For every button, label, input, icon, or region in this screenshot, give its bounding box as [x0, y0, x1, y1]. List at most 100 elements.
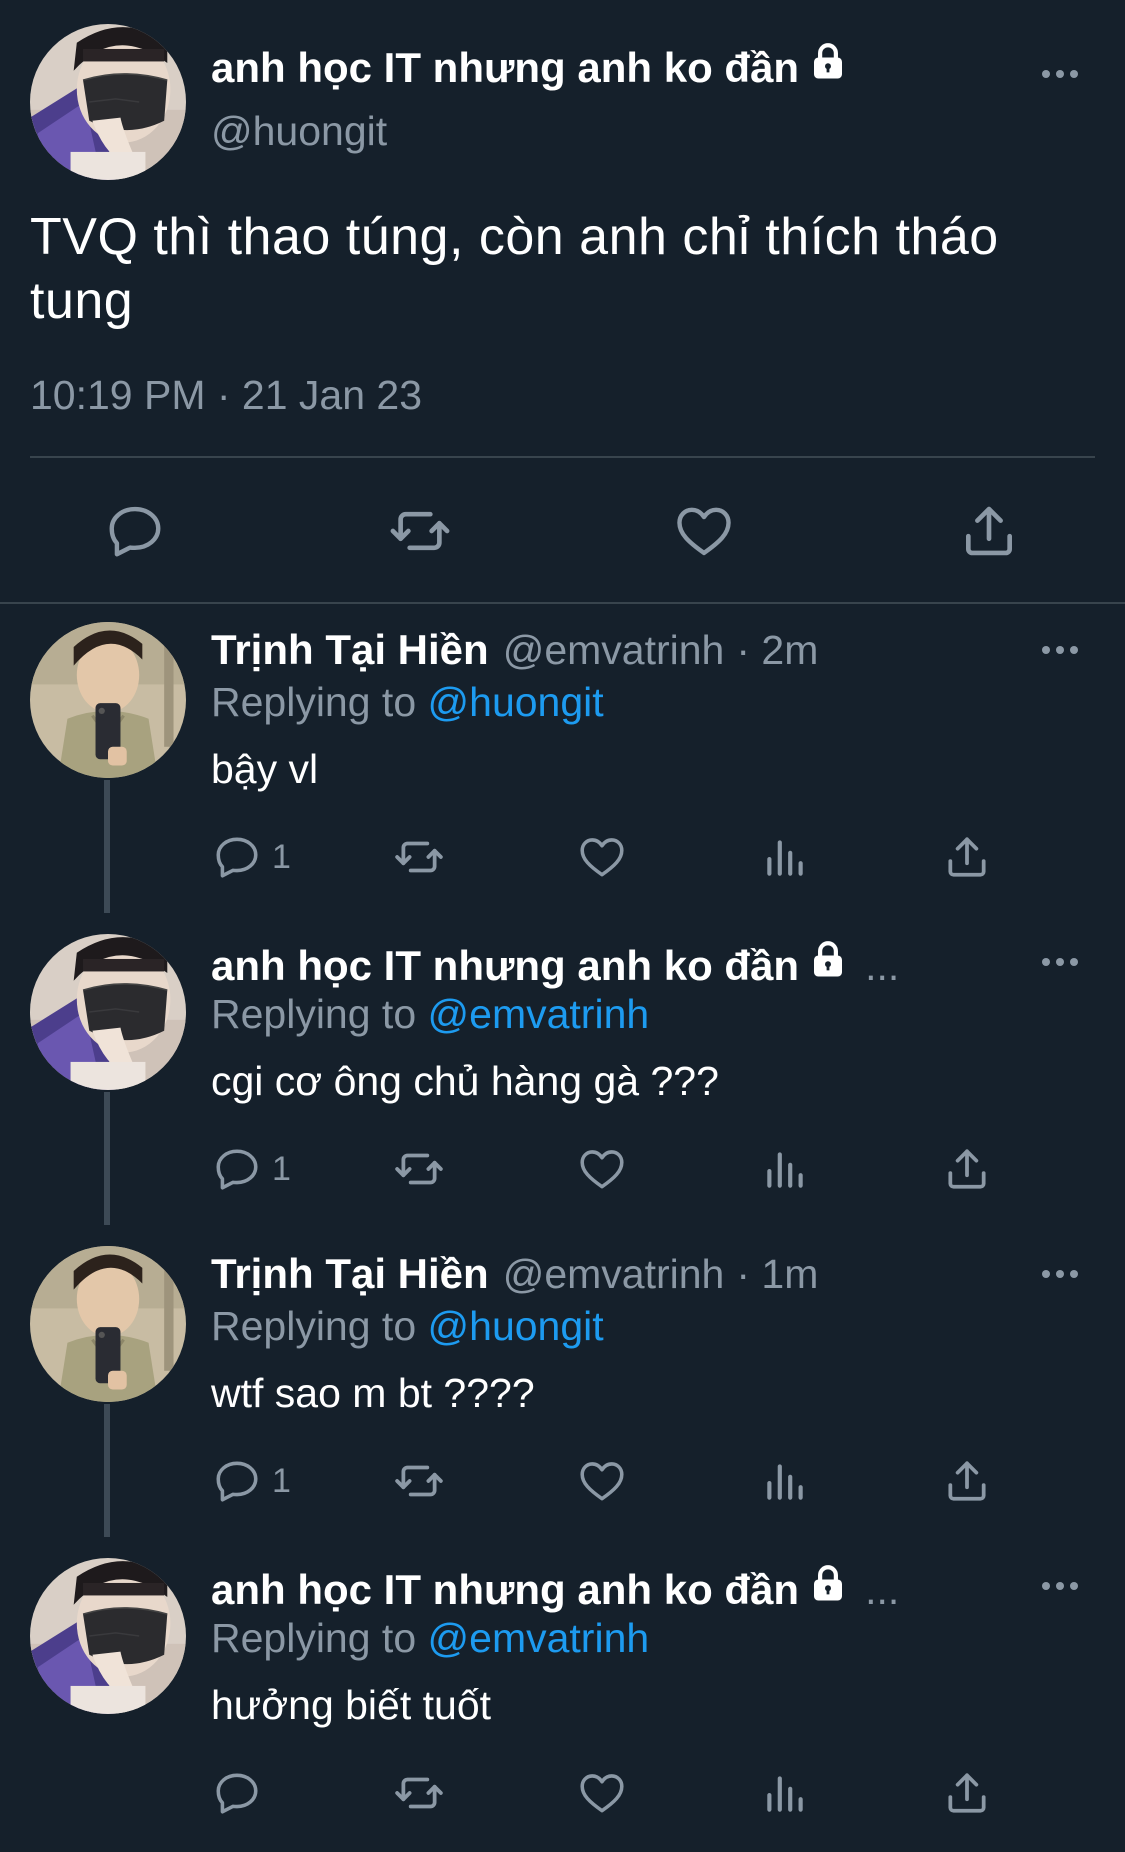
display-name[interactable]: anh học IT nhưng anh ko đần: [211, 44, 799, 92]
views-button[interactable]: [760, 1456, 810, 1506]
lock-icon: [807, 938, 849, 980]
replying-to-label: Replying to: [211, 991, 417, 1037]
retweet-icon: [394, 1144, 444, 1194]
avatar[interactable]: [30, 24, 186, 180]
views-button[interactable]: [760, 1144, 810, 1194]
display-name[interactable]: Trịnh Tại Hiền: [211, 1250, 489, 1298]
reply-text: bậy vl: [211, 746, 319, 792]
more-options-icon[interactable]: [1042, 956, 1082, 968]
reply-tweet[interactable]: Trịnh Tại Hiền @emvatrinh · 2m Replying …: [0, 604, 1125, 916]
reply-tweet[interactable]: anh học IT nhưng anh ko đần ... Replying…: [0, 916, 1125, 1228]
reply-button[interactable]: 1: [212, 1144, 291, 1194]
replying-to-label: Replying to: [211, 1303, 417, 1349]
views-icon: [760, 1456, 810, 1506]
retweet-icon: [394, 1456, 444, 1506]
reply-text: hưởng biết tuốt: [211, 1682, 492, 1728]
truncation-ellipsis: ...: [865, 943, 900, 989]
replying-to: Replying to @huongit: [211, 1303, 604, 1350]
like-icon: [577, 832, 627, 882]
reply-text: cgi cơ ông chủ hàng gà ???: [211, 1058, 719, 1104]
share-icon: [942, 1456, 992, 1506]
share-icon: [942, 1768, 992, 1818]
reply-text: wtf sao m bt ????: [211, 1370, 535, 1416]
like-icon: [577, 1144, 627, 1194]
reply-icon: [212, 1768, 262, 1818]
reply-icon: [212, 1456, 262, 1506]
share-button[interactable]: [942, 832, 992, 882]
relative-time: · 2m: [736, 627, 819, 673]
like-icon: [577, 1456, 627, 1506]
reply-tweet[interactable]: anh học IT nhưng anh ko đần ... Replying…: [0, 1540, 1125, 1852]
share-button[interactable]: [942, 1144, 992, 1194]
avatar[interactable]: [30, 622, 186, 778]
mention-link[interactable]: @emvatrinh: [428, 1615, 650, 1661]
tweet-timestamp[interactable]: 10:19 PM · 21 Jan 23: [30, 372, 422, 419]
handle[interactable]: @emvatrinh: [503, 1251, 725, 1298]
reply-count: 1: [272, 837, 291, 876]
share-icon: [942, 832, 992, 882]
like-button[interactable]: [577, 1144, 627, 1194]
display-name[interactable]: anh học IT nhưng anh ko đần: [211, 942, 799, 990]
avatar[interactable]: [30, 934, 186, 1090]
lock-icon: [807, 1562, 849, 1604]
reply-icon: [212, 832, 262, 882]
replying-to: Replying to @emvatrinh: [211, 991, 649, 1038]
reply-button[interactable]: 1: [212, 1456, 291, 1506]
views-icon: [760, 1144, 810, 1194]
lock-icon: [807, 40, 849, 82]
like-button[interactable]: [577, 832, 627, 882]
reply-icon[interactable]: [104, 500, 166, 562]
reply-button[interactable]: 1: [212, 832, 291, 882]
truncation-ellipsis: ...: [865, 1567, 900, 1613]
tweet-text: TVQ thì thao túng, còn anh chỉ thích thá…: [30, 208, 999, 330]
more-options-icon[interactable]: [1042, 1580, 1082, 1592]
relative-time: · 1m: [736, 1251, 819, 1297]
mention-link[interactable]: @huongit: [428, 1303, 604, 1349]
replying-to-label: Replying to: [211, 1615, 417, 1661]
retweet-button[interactable]: [394, 1144, 444, 1194]
author-row: anh học IT nhưng anh ko đần ...: [211, 1562, 899, 1614]
views-icon: [760, 1768, 810, 1818]
handle[interactable]: @huongit: [211, 108, 387, 155]
reply-icon: [212, 1144, 262, 1194]
author-row: Trịnh Tại Hiền @emvatrinh · 2m: [211, 626, 818, 674]
author-row: anh học IT nhưng anh ko đần: [211, 40, 849, 92]
replying-to: Replying to @emvatrinh: [211, 1615, 649, 1662]
retweet-icon: [394, 1768, 444, 1818]
retweet-icon: [394, 832, 444, 882]
more-options-icon[interactable]: [1042, 644, 1082, 656]
views-button[interactable]: [760, 1768, 810, 1818]
avatar[interactable]: [30, 1558, 186, 1714]
retweet-icon[interactable]: [389, 500, 451, 562]
more-options-icon[interactable]: [1042, 1268, 1082, 1280]
divider: [30, 456, 1095, 458]
author-row: anh học IT nhưng anh ko đần ...: [211, 938, 899, 990]
reply-count: 1: [272, 1461, 291, 1500]
like-button[interactable]: [577, 1768, 627, 1818]
share-icon: [942, 1144, 992, 1194]
retweet-button[interactable]: [394, 1768, 444, 1818]
share-button[interactable]: [942, 1456, 992, 1506]
mention-link[interactable]: @emvatrinh: [428, 991, 650, 1037]
retweet-button[interactable]: [394, 832, 444, 882]
views-button[interactable]: [760, 832, 810, 882]
handle[interactable]: @emvatrinh: [503, 627, 725, 674]
more-options-icon[interactable]: [1042, 68, 1082, 80]
like-icon[interactable]: [673, 500, 735, 562]
display-name[interactable]: Trịnh Tại Hiền: [211, 626, 489, 674]
mention-link[interactable]: @huongit: [428, 679, 604, 725]
replying-to-label: Replying to: [211, 679, 417, 725]
avatar[interactable]: [30, 1246, 186, 1402]
display-name[interactable]: anh học IT nhưng anh ko đần: [211, 1566, 799, 1614]
reply-tweet[interactable]: Trịnh Tại Hiền @emvatrinh · 1m Replying …: [0, 1228, 1125, 1540]
replying-to: Replying to @huongit: [211, 679, 604, 726]
main-tweet: anh học IT nhưng anh ko đần @huongit TVQ…: [0, 0, 1125, 604]
like-icon: [577, 1768, 627, 1818]
author-row: Trịnh Tại Hiền @emvatrinh · 1m: [211, 1250, 818, 1298]
reply-count: 1: [272, 1149, 291, 1188]
retweet-button[interactable]: [394, 1456, 444, 1506]
reply-button[interactable]: [212, 1768, 272, 1818]
like-button[interactable]: [577, 1456, 627, 1506]
share-icon[interactable]: [958, 500, 1020, 562]
share-button[interactable]: [942, 1768, 992, 1818]
